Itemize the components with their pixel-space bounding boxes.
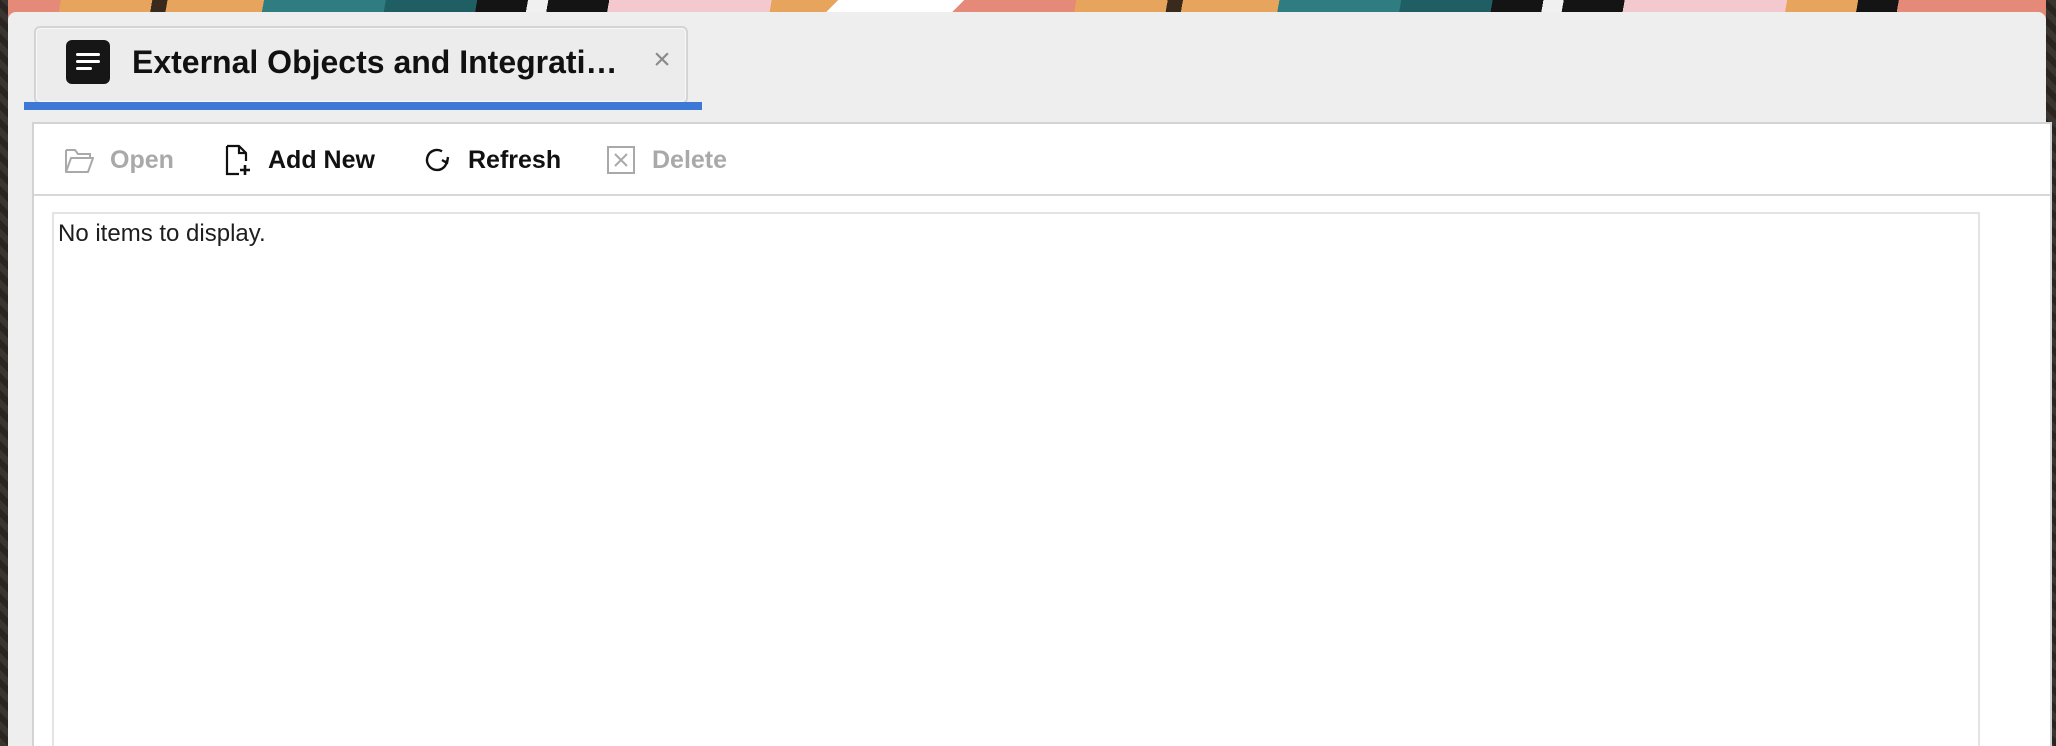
folder-open-icon xyxy=(65,149,94,173)
delete-button[interactable]: Delete xyxy=(606,140,727,180)
open-button[interactable]: Open xyxy=(64,140,174,180)
refresh-label: Refresh xyxy=(468,145,562,174)
active-tab-indicator xyxy=(24,102,702,110)
open-label: Open xyxy=(110,145,174,174)
add-new-label: Add New xyxy=(268,145,375,174)
empty-list-message: No items to display. xyxy=(58,220,266,247)
content-panel: Open Add New Refresh Delete No items to … xyxy=(32,122,2052,746)
menu-lines-icon xyxy=(66,40,110,84)
wallpaper-left-edge xyxy=(0,0,8,746)
refresh-icon xyxy=(425,148,450,172)
add-new-button[interactable]: Add New xyxy=(224,140,375,180)
refresh-button[interactable]: Refresh xyxy=(422,140,561,180)
new-document-icon xyxy=(225,144,250,176)
delete-box-icon xyxy=(607,146,635,174)
items-list[interactable]: No items to display. xyxy=(52,212,1980,746)
tab-external-objects[interactable]: External Objects and Integrati… × xyxy=(34,26,688,104)
tab-title: External Objects and Integrati… xyxy=(132,44,618,80)
close-icon[interactable]: × xyxy=(648,45,676,75)
toolbar: Open Add New Refresh Delete xyxy=(34,124,2050,196)
delete-label: Delete xyxy=(652,145,728,174)
